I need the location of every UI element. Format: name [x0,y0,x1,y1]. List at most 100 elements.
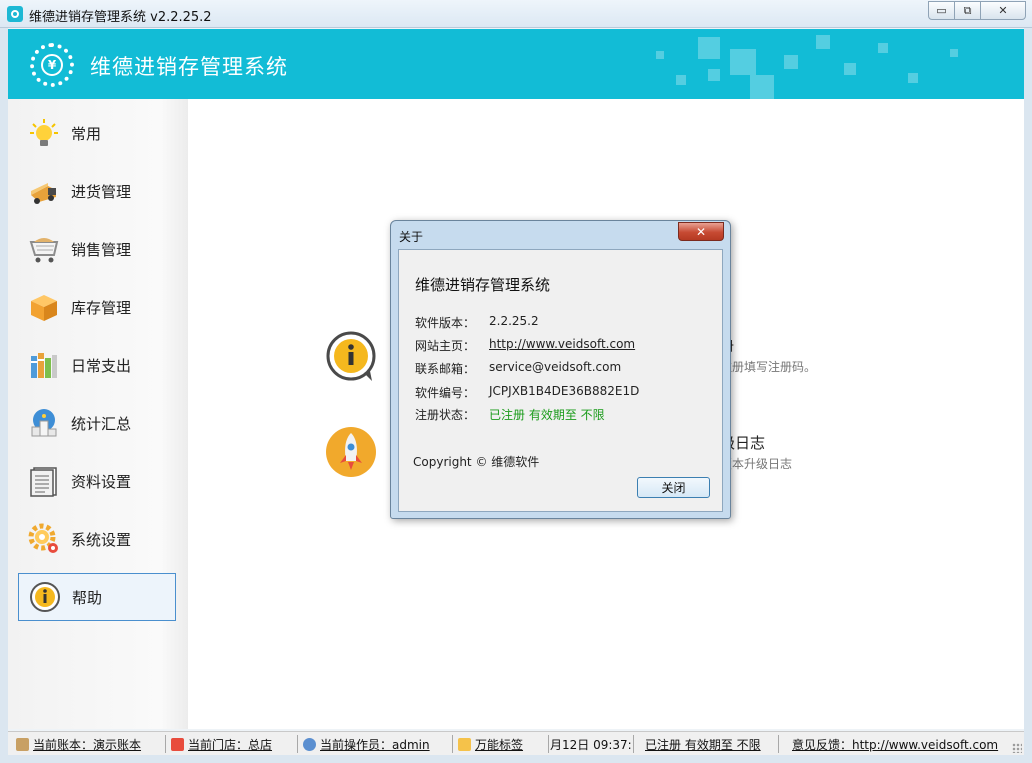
tag-icon [458,738,471,751]
status-store[interactable]: 当前门店：总店 [171,736,293,753]
registration-status: 已注册 有效期至 不限 [489,408,605,422]
version-label: 软件版本： [415,316,476,330]
maximize-button[interactable]: ⧉ [954,1,981,20]
window-title: 维德进销存管理系统 v2.2.25.2 [29,10,212,25]
website-row: 网站主页： http://www.veidsoft.com [415,337,635,354]
register-info-icon[interactable] [326,331,376,381]
status-divider [548,735,549,753]
sidebar-item-label: 帮助 [72,588,103,607]
sidebar-item-label: 系统设置 [71,530,132,549]
window-frame-left [0,28,8,763]
gear-icon [28,523,60,555]
sidebar-item-sales[interactable]: 销售管理 [18,225,176,273]
dialog-close-button[interactable]: ✕ [678,222,724,241]
close-icon: ✕ [998,4,1008,17]
window-frame-bottom [0,755,1032,763]
dialog-heading: 维德进销存管理系统 [415,276,551,294]
sidebar-item-label: 资料设置 [71,472,132,491]
sidebar-item-label: 销售管理 [71,240,132,259]
sidebar-item-statistics[interactable]: 统计汇总 [18,399,176,447]
decor-square [844,63,856,75]
sidebar-item-label: 日常支出 [71,356,132,375]
decor-square [816,35,830,49]
version-row: 软件版本： 2.2.25.2 [415,314,539,331]
status-registration[interactable]: 已注册 有效期至 不限 [645,736,770,753]
feedback-link[interactable]: 意见反馈：http://www.veidsoft.com [792,736,1002,753]
sidebar-item-system-settings[interactable]: 系统设置 [18,515,176,563]
registration-row: 注册状态： 已注册 有效期至 不限 [415,406,605,423]
decor-square [750,75,774,99]
app-logo: ¥ [30,43,74,87]
status-tags[interactable]: 万能标签 [458,736,546,753]
status-divider [778,735,779,753]
copyright-text: Copyright © 维德软件 [413,455,540,469]
status-tags-label: 万能标签 [475,738,524,752]
sidebar-item-help[interactable]: 帮助 [18,573,176,621]
ledger-icon [16,738,29,751]
shopping-cart-icon [28,233,60,265]
status-divider [452,735,453,753]
decor-square [656,51,664,59]
user-icon [303,738,316,751]
serial-value: JCPJXB1B4DE36B882E1D [489,384,640,398]
sidebar-item-expenses[interactable]: 日常支出 [18,341,176,389]
serial-label: 软件编号： [415,386,476,400]
document-icon [28,465,60,497]
status-bar: 当前账本：演示账本 当前门店：总店 当前操作员：admin 万能标签 月12日 … [8,731,1024,755]
lightbulb-icon [28,117,60,149]
decor-square [708,69,720,81]
sidebar: 常用 进货管理 销售管理 库存管理 日常支出 统计汇总 资料设置 系统设置 帮助 [8,99,188,729]
header-banner: ¥ 维德进销存管理系统 [8,29,1024,99]
decor-square [698,37,720,59]
minimize-icon: ▭ [936,4,947,17]
sidebar-item-inventory[interactable]: 库存管理 [18,283,176,331]
email-value: service@veidsoft.com [489,360,622,374]
about-dialog: 关于 ✕ 维德进销存管理系统 软件版本： 2.2.25.2 网站主页： http… [390,220,731,519]
sidebar-item-label: 统计汇总 [71,414,132,433]
info-icon [29,581,61,613]
truck-icon [28,175,60,207]
sidebar-item-purchase[interactable]: 进货管理 [18,167,176,215]
window-titlebar: 维德进销存管理系统 v2.2.25.2 ▭ ⧉ ✕ [0,0,1032,28]
sidebar-item-data-settings[interactable]: 资料设置 [18,457,176,505]
house-icon [171,738,184,751]
box-icon [28,291,60,323]
status-divider [633,735,634,753]
sidebar-item-common[interactable]: 常用 [18,109,176,157]
website-link[interactable]: http://www.veidsoft.com [489,337,635,354]
podium-icon [28,407,60,439]
decor-square [784,55,798,69]
dialog-title: 关于 [399,230,424,244]
sidebar-item-label: 常用 [71,124,102,143]
website-label: 网站主页： [415,339,476,353]
resize-grip[interactable] [1012,743,1022,753]
status-datetime: 月12日 09:37:5 [550,738,632,752]
app-icon [7,6,23,22]
register-desc: 注册填写注册码。 [720,360,817,374]
email-row: 联系邮箱： service@veidsoft.com [415,360,621,377]
maximize-icon: ⧉ [963,3,972,17]
email-label: 联系邮箱： [415,362,476,376]
decor-square [676,75,686,85]
minimize-button[interactable]: ▭ [928,1,955,20]
decor-square [878,43,888,53]
status-store-label: 当前门店：总店 [188,738,273,752]
close-button[interactable]: 关闭 [637,477,710,498]
sidebar-item-label: 库存管理 [71,298,132,317]
dialog-body: 维德进销存管理系统 软件版本： 2.2.25.2 网站主页： http://ww… [398,249,723,512]
status-account-label: 当前账本：演示账本 [33,738,142,752]
rocket-icon[interactable] [326,427,376,477]
yuan-gear-icon: ¥ [41,54,63,76]
close-window-button[interactable]: ✕ [980,1,1026,20]
status-operator[interactable]: 当前操作员：admin [303,736,448,753]
app-title: 维德进销存管理系统 [90,55,288,79]
status-operator-label: 当前操作员：admin [320,738,430,752]
close-icon: ✕ [695,224,707,239]
status-account[interactable]: 当前账本：演示账本 [16,736,162,753]
sidebar-item-label: 进货管理 [71,182,132,201]
books-icon [28,349,60,381]
version-value: 2.2.25.2 [489,314,539,328]
decor-square [950,49,958,57]
decor-square [730,49,756,75]
serial-row: 软件编号： JCPJXB1B4DE36B882E1D [415,384,639,401]
